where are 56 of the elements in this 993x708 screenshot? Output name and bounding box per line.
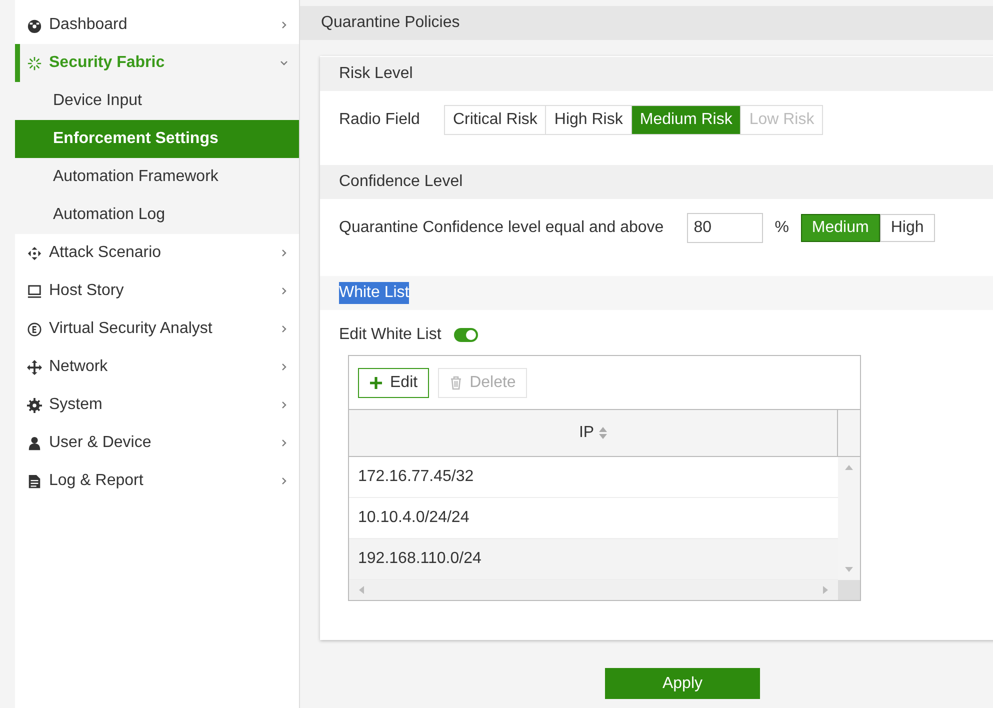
scrollbar-corner: [838, 580, 860, 600]
chevron-right-icon: [279, 362, 289, 372]
vertical-scrollbar[interactable]: [838, 457, 860, 580]
crosshair-icon: [27, 246, 42, 260]
burst-icon: [27, 56, 42, 70]
move-icon: [27, 360, 42, 374]
field-label: Quarantine Confidence level equal and above: [339, 219, 664, 237]
gauge-icon: [27, 18, 42, 32]
chevron-right-icon: [279, 324, 289, 334]
document-icon: [27, 474, 42, 488]
confidence-option[interactable]: Medium: [800, 214, 880, 242]
section-title: Risk Level: [339, 65, 413, 82]
chevron-right-icon: [279, 286, 289, 296]
nav-item[interactable]: Host Story: [15, 272, 299, 310]
sort-icon: [599, 427, 608, 439]
toolbar-button[interactable]: Edit: [358, 368, 429, 398]
gear-icon: [27, 398, 42, 412]
chevron-right-icon: [279, 438, 289, 448]
nav-subitem[interactable]: Enforcement Settings: [15, 120, 299, 158]
confidence-input[interactable]: 80: [686, 213, 763, 243]
nav-item[interactable]: Dashboard: [15, 6, 299, 44]
plus-icon: [369, 376, 383, 390]
scroll-up-icon[interactable]: [845, 465, 853, 470]
nav-subitem[interactable]: Device Input: [15, 82, 299, 120]
confidence-option[interactable]: High: [880, 214, 935, 242]
trash-icon: [448, 376, 463, 390]
nav-item[interactable]: System: [15, 386, 299, 424]
badge-icon: [27, 322, 42, 336]
scroll-left-icon[interactable]: [359, 586, 364, 594]
unit-label: %: [774, 219, 789, 237]
chevron-right-icon: [279, 248, 289, 258]
nav-subitem[interactable]: Automation Framework: [15, 158, 299, 196]
section-title: Confidence Level: [339, 173, 463, 190]
risk-option[interactable]: Medium Risk: [630, 106, 740, 134]
chevron-down-icon: [279, 58, 289, 68]
horizontal-scrollbar[interactable]: [349, 580, 838, 600]
nav-item[interactable]: Attack Scenario: [15, 234, 299, 272]
chevron-right-icon: [279, 400, 289, 410]
table-cell: 192.168.110.0/24: [349, 539, 838, 580]
scroll-down-icon[interactable]: [845, 567, 853, 572]
page-title: Quarantine Policies: [300, 6, 993, 40]
field-label: Radio Field: [339, 111, 420, 129]
nav-item[interactable]: Virtual Security Analyst: [15, 310, 299, 348]
toggle-switch[interactable]: [454, 328, 478, 342]
table-cell: 172.16.77.45/32: [349, 457, 838, 498]
nav-item[interactable]: Log & Report: [15, 462, 299, 500]
nav-item[interactable]: Network: [15, 348, 299, 386]
toggle-label: Edit White List: [339, 326, 442, 344]
nav-item[interactable]: User & Device: [15, 424, 299, 462]
chevron-right-icon: [279, 476, 289, 486]
chevron-right-icon: [279, 20, 289, 30]
nav-subitem[interactable]: Automation Log: [15, 196, 299, 234]
monitor-icon: [27, 284, 42, 298]
scroll-right-icon[interactable]: [823, 586, 828, 594]
apply-button[interactable]: Apply: [605, 668, 760, 699]
user-icon: [27, 436, 42, 450]
